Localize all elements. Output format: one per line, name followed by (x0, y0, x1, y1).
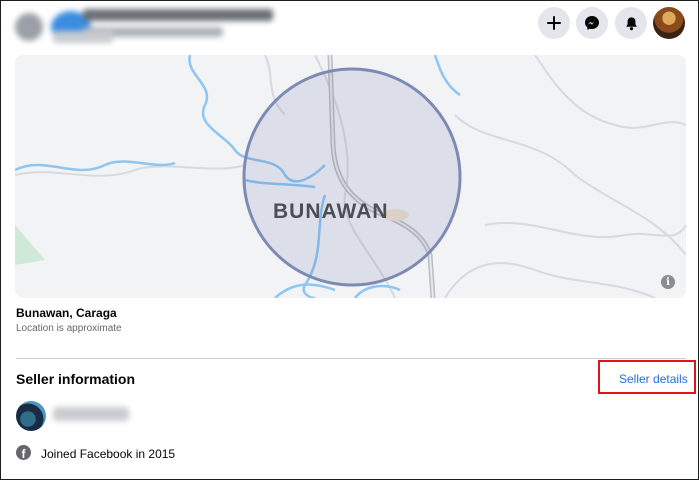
joined-facebook-text: Joined Facebook in 2015 (41, 447, 176, 461)
seller-section-title: Seller information (16, 371, 136, 387)
messenger-icon (585, 16, 599, 30)
blurred-seller-name[interactable] (53, 407, 129, 421)
info-icon[interactable]: i (661, 275, 675, 289)
top-bar (1, 1, 698, 47)
highlight-box (598, 360, 696, 394)
map-drawing (15, 55, 686, 298)
account-avatar[interactable] (653, 7, 685, 39)
blurred-profile-header (13, 5, 275, 45)
seller-avatar[interactable] (16, 401, 46, 431)
bell-icon (625, 16, 637, 30)
create-button[interactable] (538, 7, 570, 39)
section-divider (16, 358, 686, 359)
location-map[interactable]: BUNAWAN i (15, 55, 686, 298)
plus-icon (547, 16, 561, 30)
map-place-label: BUNAWAN (273, 200, 389, 223)
location-subtitle: Location is approximate (16, 323, 122, 334)
messenger-button[interactable] (576, 7, 608, 39)
facebook-icon: f (16, 445, 31, 460)
notifications-button[interactable] (615, 7, 647, 39)
location-title: Bunawan, Caraga (16, 306, 117, 320)
